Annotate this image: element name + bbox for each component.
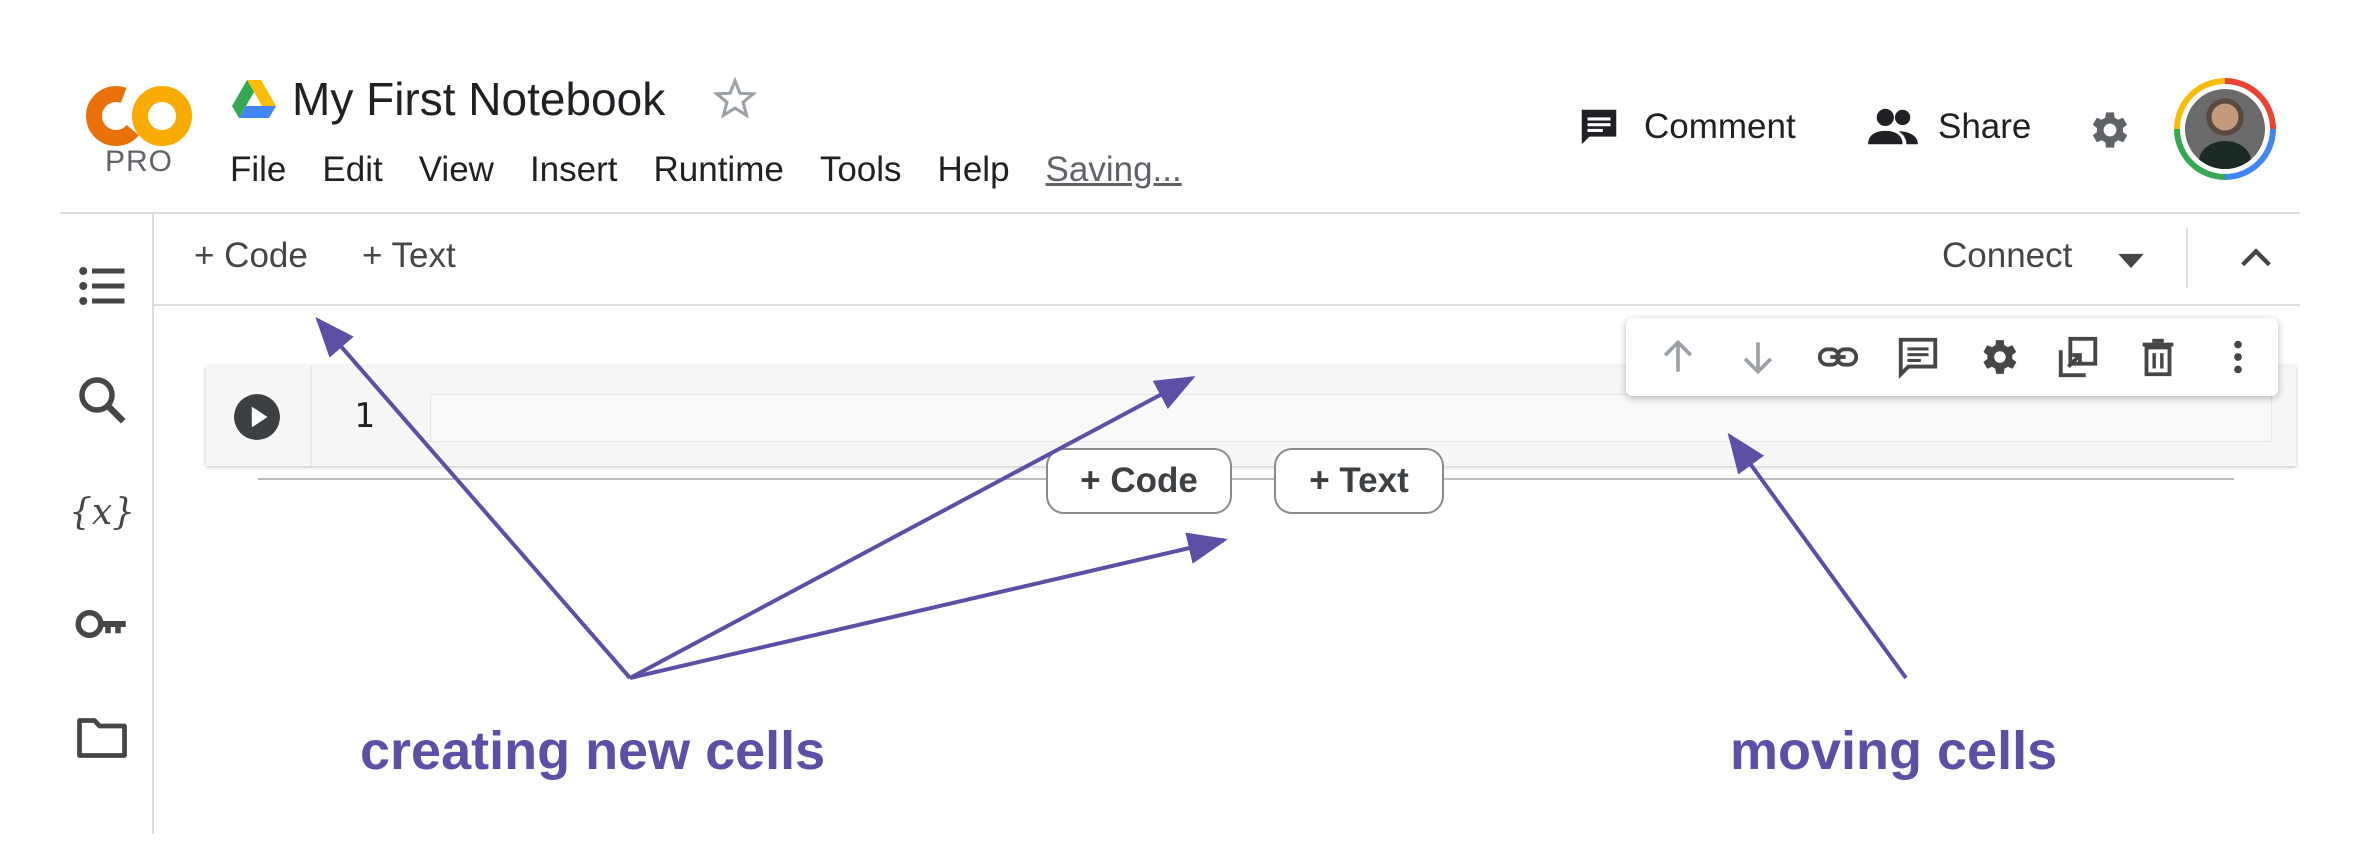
annotation-moving-cells: moving cells	[1730, 721, 2058, 781]
annotation-creating-new-cells: creating new cells	[360, 721, 826, 781]
arrow-to-toolbar-code	[315, 316, 632, 680]
arrow-to-cell	[629, 376, 1196, 680]
arrow-to-add-code	[629, 532, 1228, 680]
arrow-to-cell-toolbar	[1727, 432, 1908, 680]
